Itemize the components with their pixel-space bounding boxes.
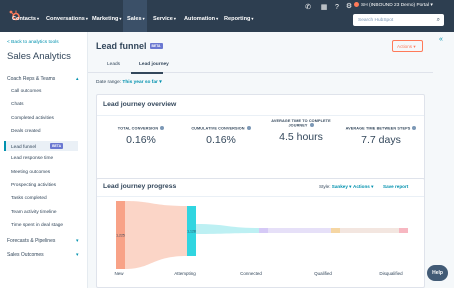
search-input[interactable]: Search HubSpot ⌕ — [353, 14, 444, 26]
back-to-analytics-link[interactable]: < Back to analytics tools — [7, 40, 59, 45]
sidebar-item-lead-funnel[interactable]: Lead funnel BETA — [11, 143, 64, 150]
sidebar-item-lead-response-time[interactable]: Lead response time — [11, 156, 53, 161]
stat-average-time-to-complete: AVERAGE TIME TO COMPLETE JOURNEY 4.5 hou… — [271, 119, 331, 143]
search-icon: ⌕ — [436, 16, 440, 23]
help-button[interactable]: Help — [427, 265, 448, 281]
nav-contacts[interactable]: Contacts▾ — [12, 16, 39, 22]
stage-bar-disqualified — [399, 228, 408, 233]
phone-icon[interactable]: ✆ — [304, 4, 312, 12]
actions-button[interactable]: Actions ▾ — [392, 40, 423, 52]
style-selector[interactable]: Style: Sankey ▾ — [319, 184, 351, 190]
progress-title: Lead journey progress — [103, 183, 177, 190]
lead-journey-progress-card: Lead journey progress Style: Sankey ▾ Ac… — [96, 178, 425, 288]
chevron-down-icon: ▾ — [76, 238, 79, 244]
chevron-down-icon: ▾ — [76, 252, 79, 258]
divider — [97, 115, 424, 116]
section-sales-outcomes[interactable]: Sales Outcomes ▾ — [7, 252, 79, 258]
info-icon[interactable] — [412, 126, 417, 130]
page-title: Lead funnel BETA — [96, 41, 163, 51]
flow-attempting-connected — [196, 224, 259, 234]
nav-conversations[interactable]: Conversations▾ — [46, 16, 88, 22]
top-navigation-bar: Contacts▾ Conversations▾ Marketing▾ Sale… — [0, 0, 454, 32]
tab-bar: Leads Lead journey — [88, 58, 433, 73]
tab-selected-indicator — [131, 72, 163, 74]
save-report-button[interactable]: Save report — [383, 184, 408, 189]
sidebar-item-completed-activities[interactable]: Completed activities — [11, 116, 54, 121]
sankey-chart: 1,225 1,128 — [116, 201, 408, 269]
stat-average-time-between-steps: AVERAGE TIME BETWEEN STEPS 7.7 days — [341, 126, 421, 146]
sidebar-item-deals-created[interactable]: Deals created — [11, 129, 41, 134]
sidebar-item-prospecting-activities[interactable]: Prospecting activities — [11, 183, 56, 188]
stage-label-qualified: Qualified — [314, 271, 332, 276]
stage-label-connected: Connected — [240, 271, 262, 276]
beta-badge: BETA — [50, 143, 64, 149]
stage-value-label: 1,225 — [116, 234, 125, 238]
tab-leads[interactable]: Leads — [107, 62, 120, 67]
flow-connected-qualified — [268, 228, 331, 233]
beta-badge: BETA — [149, 43, 163, 49]
nav-automation[interactable]: Automation▾ — [184, 16, 218, 22]
date-range-dropdown[interactable]: This year so far ▾ — [122, 80, 161, 85]
avatar — [354, 2, 359, 7]
tab-lead-journey[interactable]: Lead journey — [139, 62, 169, 67]
flow-new-attempting — [125, 201, 187, 269]
sidebar-item-tasks-completed[interactable]: Tasks completed — [11, 196, 47, 201]
overview-title: Lead journey overview — [103, 101, 177, 108]
sidebar-item-team-activity-timeline[interactable]: Team activity timeline — [11, 210, 57, 215]
marketplace-icon[interactable]: ▦ — [320, 4, 328, 12]
stage-label-new: New — [114, 271, 124, 276]
chevron-up-icon: ▴ — [76, 76, 79, 82]
stage-value-label: 1,128 — [187, 230, 196, 234]
collapse-panel-icon[interactable]: « — [439, 36, 443, 43]
info-icon[interactable] — [246, 126, 251, 130]
sidebar-item-chats[interactable]: Chats — [11, 102, 24, 107]
help-icon[interactable]: ? — [333, 4, 341, 12]
stat-total-conversion: TOTAL CONVERSION 0.16% — [101, 126, 181, 146]
sidebar-item-time-spent-in-deal-stage[interactable]: Time spent in deal stage — [11, 223, 63, 228]
info-icon[interactable] — [160, 126, 165, 130]
settings-icon[interactable]: ⚙ — [345, 3, 353, 11]
info-icon[interactable] — [309, 123, 314, 127]
nav-reporting[interactable]: Reporting▾ — [224, 16, 253, 22]
stat-cumulative-conversion: CUMULATIVE CONVERSION 0.16% — [181, 126, 261, 146]
sidebar-item-meeting-outcomes[interactable]: Meeting outcomes — [11, 170, 50, 175]
nav-marketing[interactable]: Marketing▾ — [92, 16, 121, 22]
section-coach-reps-teams[interactable]: Coach Reps & Teams ▴ — [7, 76, 79, 82]
stage-bar-connected — [259, 228, 268, 233]
sidebar: < Back to analytics tools Sales Analytic… — [0, 32, 88, 288]
stage-bar-qualified — [331, 228, 340, 233]
nav-sales[interactable]: Sales▾ — [127, 16, 145, 22]
section-forecasts-pipelines[interactable]: Forecasts & Pipelines ▾ — [7, 238, 79, 244]
chart-actions-dropdown[interactable]: Actions ▾ — [353, 184, 373, 190]
lead-journey-overview-card: Lead journey overview TOTAL CONVERSION 0… — [96, 94, 425, 184]
stage-label-disqualified: Disqualified — [379, 271, 403, 276]
divider — [97, 196, 424, 197]
nav-service[interactable]: Service▾ — [153, 16, 176, 22]
stage-label-attempting: Attempting — [174, 271, 196, 276]
main-content: Lead funnel BETA Actions ▾ Leads Lead jou… — [88, 32, 433, 288]
date-range-filter[interactable]: Date range: This year so far ▾ — [96, 80, 162, 85]
sidebar-item-call-outcomes[interactable]: Call outcomes — [11, 89, 41, 94]
account-menu[interactable]: SH (INBOUND 23 Demo) Portal ▾ — [354, 2, 433, 8]
flow-qualified-disqualified — [340, 228, 399, 233]
sidebar-title: Sales Analytics — [7, 51, 71, 62]
